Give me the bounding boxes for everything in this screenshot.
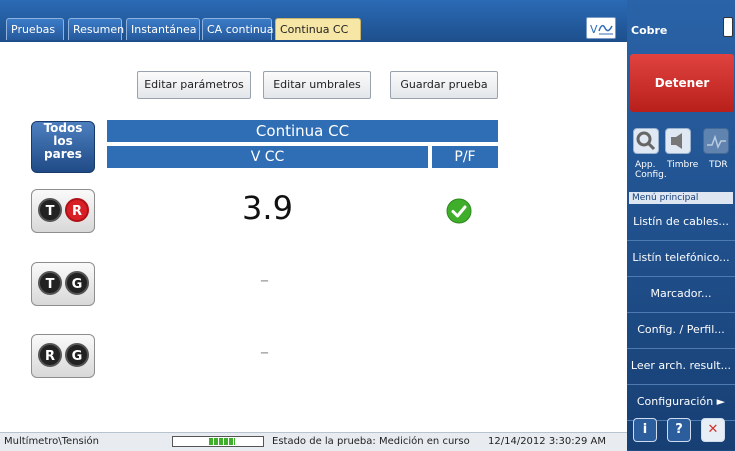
status-path: Multímetro\Tensión xyxy=(4,436,99,447)
right-panel: Cobre Detener App. Config. Timbre TDR Me… xyxy=(627,0,735,450)
column-header-vcc: V CC xyxy=(107,146,428,168)
ground-icon: G xyxy=(65,271,89,295)
main-panel: Pruebas Resumen Instantánea CA continua … xyxy=(0,0,627,451)
status-datetime: 12/14/2012 3:30:29 AM xyxy=(488,436,607,447)
pair-tg-button[interactable]: T G xyxy=(31,262,95,306)
waveform-button[interactable]: V xyxy=(586,17,616,39)
pair-rg-button[interactable]: R G xyxy=(31,334,95,378)
tab-continua-cc[interactable]: Continua CC xyxy=(275,18,361,40)
value-tg: – xyxy=(260,270,269,291)
ring-icon: R xyxy=(65,198,89,222)
tab-bar: Pruebas Resumen Instantánea CA continua … xyxy=(0,0,627,42)
tdr-label: TDR xyxy=(709,160,728,170)
edit-thresholds-button[interactable]: Editar umbrales xyxy=(263,71,371,99)
menu-item-cable-directory[interactable]: Listín de cables... xyxy=(627,204,735,241)
value-rg: – xyxy=(260,342,269,363)
help-icon[interactable]: ? xyxy=(667,418,691,442)
menu-item-dialer[interactable]: Marcador... xyxy=(627,276,735,313)
waveform-icon: V xyxy=(590,23,613,36)
info-icon[interactable]: i xyxy=(633,418,657,442)
tab-pruebas[interactable]: Pruebas xyxy=(6,18,64,40)
timbre-button[interactable] xyxy=(665,128,691,154)
menu-item-settings[interactable]: Configuración ► xyxy=(627,384,735,421)
panel-title: Cobre xyxy=(631,24,668,37)
column-header-pf: P/F xyxy=(432,146,498,168)
pass-check-icon xyxy=(446,198,472,224)
stop-button[interactable]: Detener xyxy=(630,54,734,112)
svg-text:V: V xyxy=(590,23,598,36)
timbre-label: Timbre xyxy=(667,160,699,170)
ground-icon: G xyxy=(65,343,89,367)
tdr-button[interactable] xyxy=(703,128,729,154)
tab-ca-continua[interactable]: CA continua xyxy=(202,18,274,40)
save-test-button[interactable]: Guardar prueba xyxy=(390,71,498,99)
wrench-icon xyxy=(636,131,656,151)
status-state: Estado de la prueba: Medición en curso xyxy=(272,436,470,447)
ring-icon: R xyxy=(38,343,62,367)
pair-tr-button[interactable]: T R xyxy=(31,189,95,233)
close-icon[interactable]: ✕ xyxy=(701,418,725,442)
app-config-label: App. Config. xyxy=(635,160,667,180)
app-config-button[interactable] xyxy=(633,128,659,154)
edit-parameters-button[interactable]: Editar parámetros xyxy=(137,71,251,99)
menu-item-config-profile[interactable]: Config. / Perfil... xyxy=(627,312,735,349)
all-pairs-button[interactable]: Todos los pares xyxy=(31,121,95,173)
table-title: Continua CC xyxy=(107,120,498,142)
menu-item-phone-directory[interactable]: Listín telefónico... xyxy=(627,240,735,277)
status-bar: Multímetro\Tensión Estado de la prueba: … xyxy=(0,432,627,451)
progress-indicator xyxy=(172,436,264,447)
speaker-icon xyxy=(671,133,682,149)
value-tr: 3.9 xyxy=(242,189,293,227)
menu-item-read-results[interactable]: Leer arch. result... xyxy=(627,348,735,385)
tip-icon: T xyxy=(38,198,62,222)
battery-icon xyxy=(723,17,733,37)
tab-resumen[interactable]: Resumen xyxy=(68,18,124,40)
all-pairs-label-3: pares xyxy=(44,147,82,161)
tab-instantanea[interactable]: Instantánea xyxy=(126,18,200,40)
tdr-wave-icon xyxy=(707,134,726,150)
main-menu-header: Menú principal xyxy=(629,192,733,204)
tip-icon: T xyxy=(38,271,62,295)
